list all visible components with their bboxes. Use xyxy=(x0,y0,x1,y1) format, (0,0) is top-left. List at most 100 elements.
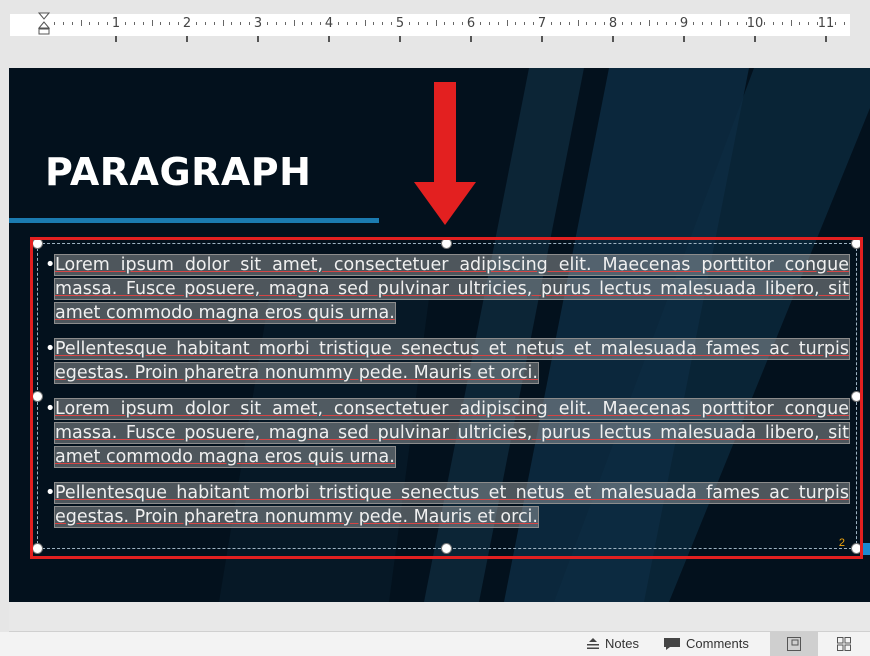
ruler-tick xyxy=(373,22,375,25)
slide-title[interactable]: PARAGRAPH xyxy=(45,150,311,194)
ruler-tick xyxy=(568,22,570,25)
ruler-tick xyxy=(843,22,845,25)
ruler-tick xyxy=(453,22,455,25)
comment-icon xyxy=(664,637,680,650)
ruler-area: 1 2 3 4 5 6 7 8 9 10 11 xyxy=(0,0,870,68)
horizontal-ruler[interactable]: 1 2 3 4 5 6 7 8 9 10 11 xyxy=(10,14,850,42)
ruler-tick xyxy=(142,22,144,25)
ruler-tick xyxy=(275,22,277,25)
ruler-tick xyxy=(320,22,322,25)
slide-sorter-icon xyxy=(837,637,851,651)
ruler-tick xyxy=(337,22,339,25)
ruler-major-tick xyxy=(683,36,685,42)
ruler-major-tick xyxy=(825,36,827,42)
ruler-tick xyxy=(346,22,348,25)
ruler-tick xyxy=(98,22,100,25)
ruler-tick xyxy=(737,22,739,25)
status-bar: Notes Comments xyxy=(0,632,870,656)
title-underline xyxy=(9,218,379,223)
ruler-tick xyxy=(62,22,64,25)
ruler-tick xyxy=(701,22,703,25)
ruler-tick xyxy=(311,22,313,25)
ruler-tick xyxy=(391,22,393,25)
ruler-number: 9 xyxy=(679,16,689,31)
ruler-tick xyxy=(124,22,126,25)
ruler-tick xyxy=(89,22,91,25)
ruler-tick xyxy=(417,22,419,25)
ruler-tick xyxy=(675,22,677,25)
ruler-tick xyxy=(249,22,251,25)
ruler-tick xyxy=(550,22,552,25)
ruler-major-tick xyxy=(186,36,188,42)
indent-marker-icon[interactable] xyxy=(38,12,50,36)
ruler-tick xyxy=(728,22,730,25)
ruler-number: 5 xyxy=(395,16,405,31)
ruler-tick xyxy=(586,22,588,25)
ruler-tick xyxy=(533,22,535,25)
ruler-major-tick xyxy=(115,36,117,42)
ruler-tick xyxy=(151,20,153,26)
ruler-tick xyxy=(790,20,792,26)
ruler-tick xyxy=(408,22,410,25)
ruler-tick xyxy=(364,20,366,26)
comments-button[interactable]: Comments xyxy=(663,636,749,651)
ruler-tick xyxy=(240,22,242,25)
ruler-tick xyxy=(710,22,712,25)
ruler-tick xyxy=(266,22,268,25)
ruler-tick xyxy=(284,22,286,25)
ruler-tick xyxy=(657,22,659,25)
ruler-tick xyxy=(559,22,561,25)
ruler-tick xyxy=(178,22,180,25)
ruler-tick xyxy=(630,22,632,25)
ruler-tick xyxy=(133,22,135,25)
comments-label: Comments xyxy=(686,636,749,651)
ruler-number: 11 xyxy=(817,16,835,31)
ruler-number: 2 xyxy=(182,16,192,31)
ruler-number: 1 xyxy=(111,16,121,31)
ruler-tick xyxy=(692,22,694,25)
ruler-tick xyxy=(355,22,357,25)
ruler-tick xyxy=(444,22,446,25)
down-arrow-icon xyxy=(414,82,476,225)
ruler-number: 6 xyxy=(466,16,476,31)
ruler-major-tick xyxy=(328,36,330,42)
highlight-frame xyxy=(30,237,863,559)
ruler-tick xyxy=(302,22,304,25)
ruler-end xyxy=(850,14,870,36)
ruler-tick xyxy=(204,22,206,25)
ruler-tick xyxy=(772,22,774,25)
notes-icon xyxy=(587,637,599,649)
ruler-tick xyxy=(195,22,197,25)
slide-edge-accent xyxy=(862,543,870,555)
ruler-number: 4 xyxy=(324,16,334,31)
ruler-number: 3 xyxy=(253,16,263,31)
ruler-tick xyxy=(107,22,109,25)
slide-sorter-button[interactable] xyxy=(820,632,868,656)
ruler-tick xyxy=(781,22,783,25)
ruler-tick xyxy=(80,20,82,26)
normal-view-button[interactable] xyxy=(770,632,818,656)
ruler-tick xyxy=(426,22,428,25)
ruler-tick xyxy=(595,22,597,25)
ruler-major-tick xyxy=(612,36,614,42)
ruler-tick xyxy=(435,20,437,26)
normal-view-icon xyxy=(787,637,801,651)
ruler-tick xyxy=(799,22,801,25)
ruler-tick xyxy=(293,20,295,26)
ruler-tick xyxy=(621,22,623,25)
ruler-tick xyxy=(577,20,579,26)
ruler-tick xyxy=(604,22,606,25)
notes-button[interactable]: Notes xyxy=(586,636,639,651)
ruler-major-tick xyxy=(470,36,472,42)
ruler-tick xyxy=(71,22,73,25)
ruler-tick xyxy=(213,22,215,25)
ruler-major-tick xyxy=(541,36,543,42)
notes-pane[interactable] xyxy=(9,602,870,632)
ruler-tick xyxy=(834,22,836,25)
ruler-tick xyxy=(231,22,233,25)
ruler-tick xyxy=(462,22,464,25)
ruler-major-tick xyxy=(399,36,401,42)
ruler-number: 10 xyxy=(746,16,764,31)
ruler-tick xyxy=(506,20,508,26)
ruler-tick xyxy=(169,22,171,25)
